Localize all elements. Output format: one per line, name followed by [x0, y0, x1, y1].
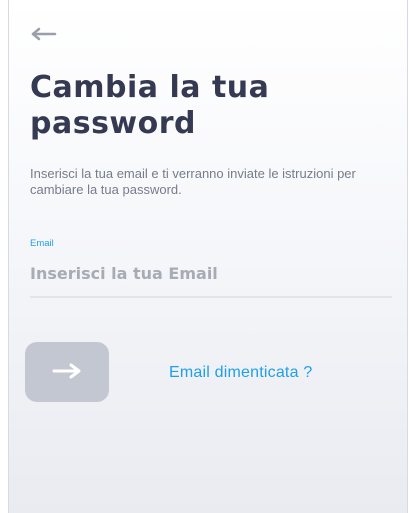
email-input-underline [30, 296, 392, 298]
arrow-right-icon [49, 361, 85, 384]
email-label: Email [30, 238, 54, 249]
back-button[interactable] [29, 24, 59, 44]
page-title: Cambia la tua password [30, 70, 270, 141]
arrow-left-icon [29, 24, 59, 44]
change-password-screen: Cambia la tua password Inserisci la tua … [8, 0, 408, 513]
forgot-email-link[interactable]: Email dimenticata ? [169, 364, 312, 382]
email-input[interactable] [30, 258, 392, 288]
submit-button[interactable] [25, 342, 109, 402]
page-subtitle: Inserisci la tua email e ti verranno inv… [30, 166, 356, 197]
